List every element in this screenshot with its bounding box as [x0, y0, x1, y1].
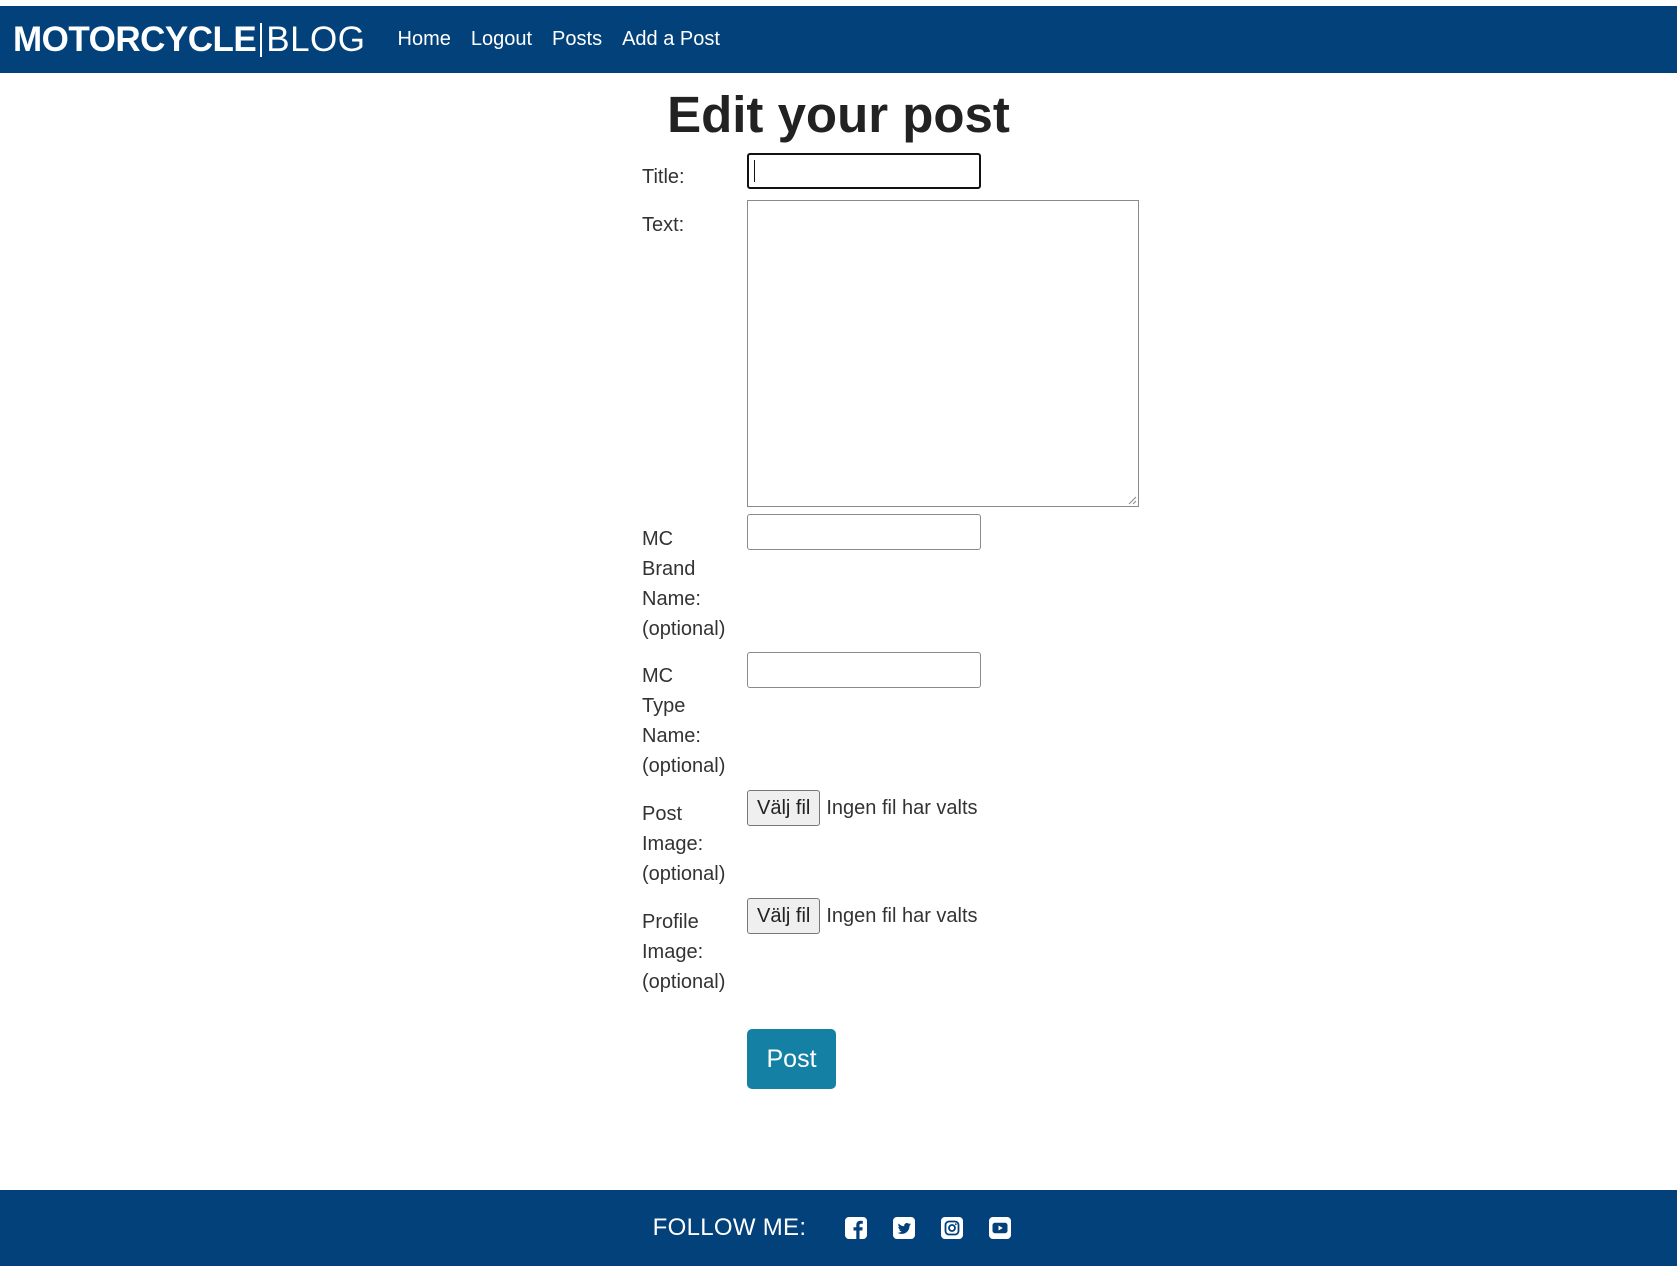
post-image-label: Post Image: (optional): [642, 799, 725, 889]
label-line: (optional): [642, 618, 726, 640]
type-name-input[interactable]: [747, 652, 981, 688]
brand-name-label: MC Brand Name: (optional): [642, 524, 725, 644]
label-line: MC: [642, 665, 674, 687]
title-input[interactable]: [747, 153, 981, 189]
instagram-icon[interactable]: [940, 1216, 964, 1240]
post-image-file-input: Välj fil Ingen fil har valts: [747, 790, 978, 826]
label-line: (optional): [642, 863, 726, 885]
label-line: Image:: [642, 941, 704, 963]
label-line: Type: [642, 695, 686, 717]
page-title: Edit your post: [667, 86, 1010, 143]
brand-logo[interactable]: MOTORCYCLE BLOG: [13, 6, 366, 73]
post-image-choose-button[interactable]: Välj fil: [747, 790, 821, 826]
resize-handle-icon[interactable]: [1127, 495, 1137, 505]
twitter-icon[interactable]: [892, 1216, 916, 1240]
label-line: MC: [642, 528, 674, 550]
brand-name-input[interactable]: [747, 514, 981, 550]
youtube-icon[interactable]: [988, 1216, 1012, 1240]
footer: FOLLOW ME:: [0, 1190, 1677, 1266]
label-line: Post: [642, 803, 683, 825]
post-submit-button[interactable]: Post: [747, 1029, 836, 1089]
type-name-label: MC Type Name: (optional): [642, 661, 725, 781]
text-textarea[interactable]: [747, 200, 1139, 507]
nav-add-post[interactable]: Add a Post: [622, 28, 720, 51]
label-line: Brand: [642, 558, 696, 580]
facebook-icon[interactable]: [844, 1216, 868, 1240]
text-caret: [754, 160, 755, 182]
label-line: Name:: [642, 588, 701, 610]
profile-image-choose-button[interactable]: Välj fil: [747, 898, 821, 934]
follow-me-label: FOLLOW ME:: [652, 1214, 807, 1241]
profile-image-label: Profile Image: (optional): [642, 907, 725, 997]
profile-image-file-status: Ingen fil har valts: [826, 904, 978, 927]
text-label: Text:: [642, 214, 685, 236]
nav-home[interactable]: Home: [398, 28, 451, 51]
profile-image-file-input: Välj fil Ingen fil har valts: [747, 898, 978, 934]
brand-bold-text: MOTORCYCLE: [13, 19, 257, 59]
label-line: (optional): [642, 971, 726, 993]
brand-separator: [260, 22, 263, 57]
label-line: Image:: [642, 833, 704, 855]
label-line: Profile: [642, 911, 699, 933]
nav-posts[interactable]: Posts: [552, 28, 602, 51]
nav-links: Home Logout Posts Add a Post: [398, 28, 740, 51]
post-image-file-status: Ingen fil har valts: [826, 796, 978, 819]
nav-logout[interactable]: Logout: [471, 28, 532, 51]
label-line: Name:: [642, 725, 701, 747]
brand-light-text: BLOG: [266, 19, 366, 59]
title-label: Title:: [642, 166, 685, 188]
label-line: (optional): [642, 755, 726, 777]
navbar: MOTORCYCLE BLOG Home Logout Posts Add a …: [0, 6, 1677, 73]
